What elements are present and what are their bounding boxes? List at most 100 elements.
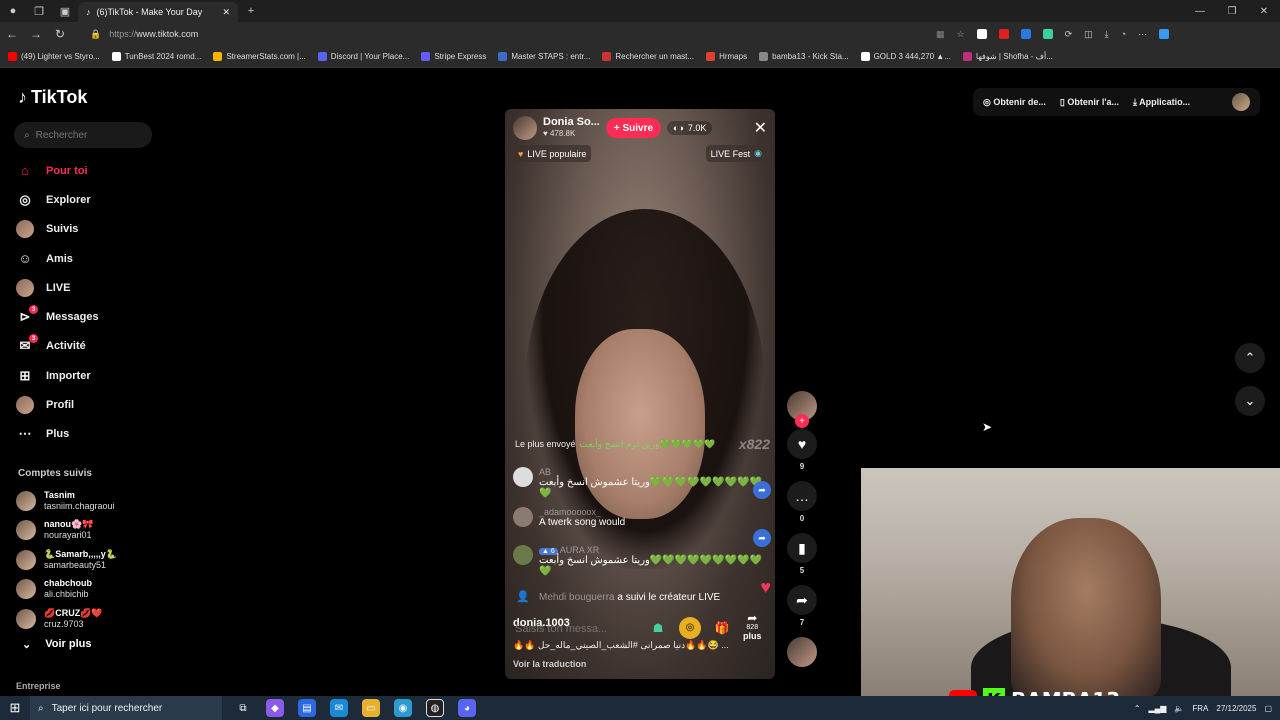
follow-plus-icon[interactable]: + [795, 414, 809, 428]
sidebar-item-live[interactable]: LIVE [16, 273, 166, 302]
extension-icon[interactable] [976, 29, 987, 39]
notice-user[interactable]: Mehdi bouguerra [539, 592, 615, 603]
downloads-icon[interactable]: ⤓ [1105, 29, 1109, 40]
comment-user[interactable]: AURA XR [560, 545, 600, 555]
new-tab-button[interactable]: + [238, 0, 264, 22]
commenter-avatar[interactable] [513, 507, 533, 527]
windows-start-icon[interactable]: ⊞ [0, 700, 30, 716]
coin-icon[interactable]: ◎ [679, 616, 701, 639]
sidebar-item-profil[interactable]: Profil [16, 390, 166, 419]
split-screen-icon[interactable]: ◫ [1084, 29, 1093, 40]
see-more-button[interactable]: ⌄ Voir plus [22, 638, 91, 651]
chat-input[interactable] [515, 623, 640, 635]
network-icon[interactable]: ▂▄▆ [1148, 704, 1166, 713]
creator-avatar[interactable] [787, 637, 817, 667]
guest-icon[interactable]: ☗ [647, 617, 669, 639]
close-icon[interactable]: ✕ [754, 118, 767, 138]
sidebar-item-pour-toi[interactable]: ⌂ Pour toi [16, 156, 166, 185]
desktop-app-button[interactable]: ⤓ Applicatio... [1133, 97, 1190, 108]
browser-tab[interactable]: ♪ (6)TikTok - Make Your Day ✕ [78, 2, 238, 22]
clock-date[interactable]: 27/12/2025 [1216, 704, 1256, 713]
volume-icon[interactable]: 🔈 [1174, 704, 1184, 713]
menu-dots-icon[interactable]: ⋯ [1138, 29, 1147, 40]
bookmark-item[interactable]: bamba13 - Kick Sta... [759, 52, 849, 61]
sidebar-item-amis[interactable]: ☺ Amis [16, 244, 166, 273]
sidebar-item-messages[interactable]: ⊳ 3 Messages [16, 302, 166, 331]
live-video-player[interactable]: Donia So... ♥ 478.8K + Suivre ◐◑ 7.0K ✕ … [505, 109, 775, 679]
url-field[interactable]: 🔒 https://www.tiktok.com [80, 25, 920, 43]
bookmark-item[interactable]: Master STAPS : entr... [498, 52, 590, 61]
back-button[interactable]: ← [0, 27, 24, 41]
sidebar-item-explorer[interactable]: ◎ Explorer [16, 185, 166, 214]
bookmark-item[interactable]: (49) Lighter vs Styro... [8, 52, 100, 61]
search-input[interactable] [35, 129, 136, 141]
gift-icon[interactable]: 🎁 [711, 617, 733, 639]
reload-button[interactable]: ↻ [48, 27, 72, 41]
bookmark-item[interactable]: StreamerStats.com |... [213, 52, 306, 61]
commenter-avatar[interactable] [513, 545, 533, 565]
sidebar-item-suivis[interactable]: Suivis [16, 215, 166, 244]
performance-icon[interactable]: ◔ [1121, 29, 1126, 39]
share-comment-icon[interactable]: ➦ [753, 481, 771, 499]
extension-icon[interactable] [1042, 29, 1053, 39]
refresh-icon[interactable]: ⟳ [1065, 29, 1073, 40]
file-explorer-icon[interactable]: ▭ [362, 699, 380, 717]
comment-user[interactable]: _adamooooox_ [539, 507, 625, 517]
sidebar-item-plus[interactable]: ⋯ Plus [16, 420, 166, 449]
forward-button[interactable]: → [24, 27, 48, 41]
tiktok-logo[interactable]: ♪ TikTok [18, 87, 87, 108]
following-item[interactable]: 💋CRUZ💋❤️ cruz.9703 [16, 604, 166, 634]
read-aloud-icon[interactable]: ▦ [936, 29, 945, 40]
get-coins-button[interactable]: ◎ Obtenir de... [983, 97, 1046, 108]
follow-button[interactable]: + Suivre [605, 118, 662, 138]
notifications-icon[interactable]: ▢ [1264, 704, 1272, 713]
bookmark-item[interactable]: TunBest 2024 romd... [111, 52, 201, 61]
bookmark-button[interactable]: ▮ [787, 533, 817, 563]
search-box[interactable]: ⌕ [14, 122, 152, 148]
get-app-button[interactable]: ▯ Obtenir l'a... [1060, 97, 1119, 108]
profile-icon[interactable]: ● [0, 0, 26, 22]
close-tab-icon[interactable]: ✕ [222, 7, 230, 18]
following-item[interactable]: nanou🌸🎀 nourayari01 [16, 516, 166, 546]
bookmark-item[interactable]: شوفها | Shofha - أف... [962, 52, 1053, 61]
minimize-button[interactable]: — [1184, 6, 1216, 17]
workspaces-icon[interactable]: ❐ [26, 0, 52, 22]
obs-app-icon[interactable]: ◍ [426, 699, 444, 717]
store-app-icon[interactable]: ▤ [298, 699, 316, 717]
viewers-count[interactable]: ◐◑ 7.0K [667, 121, 713, 135]
sidebar-item-importer[interactable]: ⊞ Importer [16, 361, 166, 390]
discord-app-icon[interactable]: ◕ [458, 699, 476, 717]
task-view-icon[interactable]: ⧉ [234, 699, 252, 717]
sidebar-item-activit-[interactable]: ✉ 3 Activité [16, 332, 166, 361]
heart-button[interactable]: ♥ [787, 429, 817, 459]
bookmark-item[interactable]: Discord | Your Place... [317, 52, 409, 61]
scroll-down-button[interactable]: ⌄ [1235, 386, 1265, 416]
creator-avatar[interactable]: + [787, 391, 817, 428]
copilot-icon[interactable] [1159, 29, 1170, 39]
following-item[interactable]: Tasnim tasniim.chagraoui [16, 486, 166, 516]
mail-app-icon[interactable]: ✉ [330, 699, 348, 717]
host-avatar[interactable] [513, 116, 537, 140]
host-info[interactable]: Donia So... ♥ 478.8K [543, 117, 600, 139]
taskbar-search[interactable]: ⌕ Taper ici pour rechercher [30, 696, 222, 720]
favorite-star-icon[interactable]: ☆ [957, 29, 965, 40]
comment-button[interactable]: … [787, 481, 817, 511]
extension-icon[interactable] [1020, 29, 1031, 39]
close-window-button[interactable]: ✕ [1248, 6, 1280, 17]
bookmark-item[interactable]: Stripe Express [421, 52, 486, 61]
bookmark-item[interactable]: Rechercher un mast... [602, 52, 694, 61]
bookmark-item[interactable]: GOLD 3 444,270 ▲... [860, 52, 951, 61]
copilot-app-icon[interactable]: ◆ [266, 699, 284, 717]
following-item[interactable]: chabchoub ali.chbichib [16, 575, 166, 605]
user-avatar[interactable] [1232, 93, 1250, 111]
live-popular-chip[interactable]: ♥ LIVE populaire [513, 145, 592, 162]
share-live-button[interactable]: ➦ 828 plus [743, 612, 762, 641]
commenter-avatar[interactable] [513, 467, 533, 487]
edge-app-icon[interactable]: ◉ [394, 699, 412, 717]
comment-user[interactable]: AB [539, 467, 763, 477]
bookmark-item[interactable]: Hrmaps [706, 52, 747, 61]
footer-link[interactable]: Entreprise [16, 681, 61, 691]
like-heart-icon[interactable]: ♥ [760, 577, 771, 598]
following-item[interactable]: 🐍Samarb,,,,,y🐍 samarbeauty51 [16, 545, 166, 575]
live-fest-chip[interactable]: LIVE Fest ◉ [705, 145, 767, 162]
